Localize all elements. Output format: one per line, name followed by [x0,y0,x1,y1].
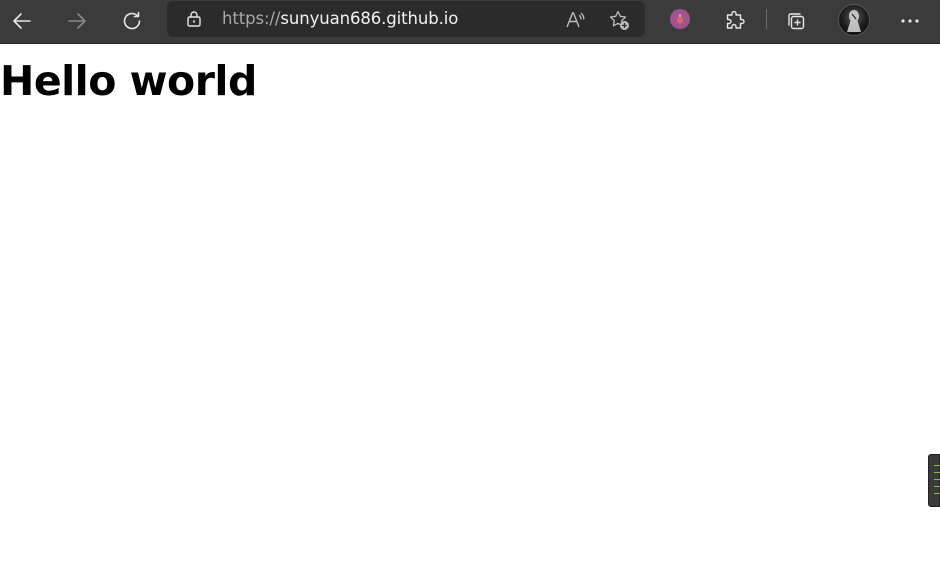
more-options-button[interactable] [894,5,926,37]
read-aloud-icon[interactable] [564,9,586,31]
puzzle-icon [726,10,745,29]
add-favorite-icon[interactable] [608,9,630,31]
refresh-button[interactable] [116,5,148,37]
forward-button[interactable] [61,5,93,37]
profile-silhouette-icon [847,10,861,32]
lock-icon[interactable] [184,9,204,29]
handle-line [934,493,940,494]
back-arrow-icon [13,13,31,29]
extension-glyph-icon [676,14,684,24]
extensions-button[interactable] [719,5,751,37]
handle-line [934,486,940,487]
address-bar[interactable]: https://sunyuan686.github.io [167,1,645,37]
profile-avatar[interactable] [838,4,870,36]
side-panel-handle[interactable] [928,454,940,507]
collections-icon [788,13,805,30]
back-button[interactable] [6,5,38,37]
url-host: sunyuan686.github.io [280,9,459,28]
url-scheme: https:// [222,9,281,28]
extension-icon[interactable] [670,9,690,29]
handle-line [934,472,940,473]
handle-line [934,465,940,466]
forward-arrow-icon [68,13,86,29]
page-content: Hello world [0,44,940,565]
collections-button[interactable] [780,5,812,37]
browser-toolbar: https://sunyuan686.github.io [0,0,940,44]
handle-line [934,479,940,480]
url-text[interactable]: https://sunyuan686.github.io [222,9,458,29]
refresh-icon [123,11,141,30]
more-options-icon [901,19,919,23]
toolbar-divider [766,9,767,29]
page-heading: Hello world [0,57,257,105]
